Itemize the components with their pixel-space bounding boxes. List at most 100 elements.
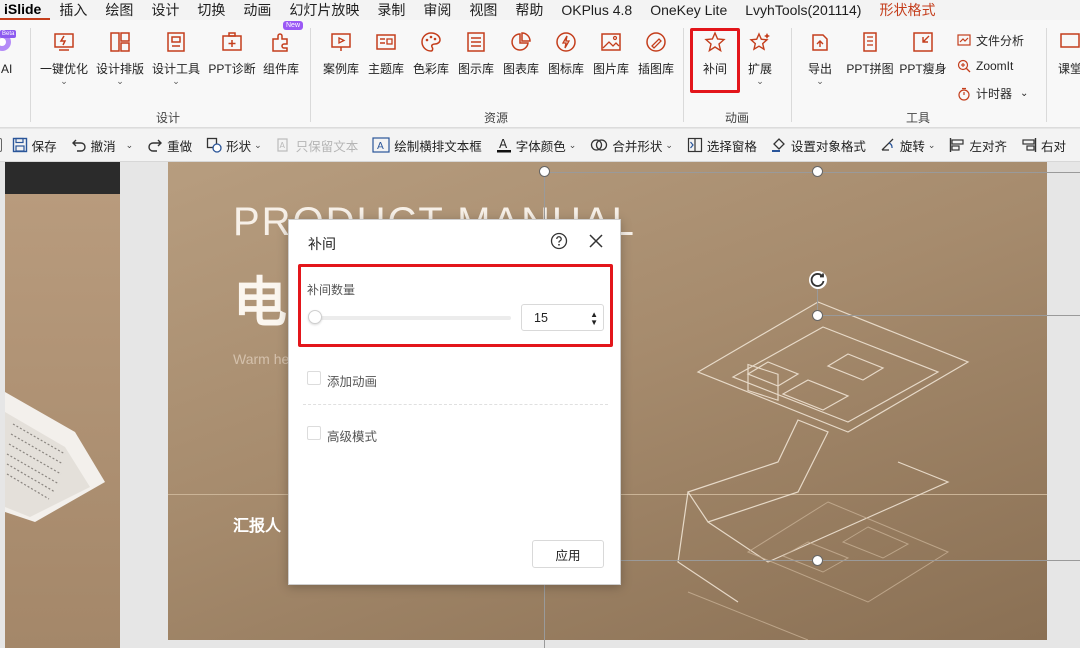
- rotate-button[interactable]: 旋转 ⌄: [880, 136, 936, 155]
- ppt-slim-button[interactable]: PPT瘦身: [898, 30, 948, 76]
- decrement-arrow-icon[interactable]: ▼: [590, 319, 598, 327]
- app-window: iSlide 插入 绘图 设计 切换 动画 幻灯片放映 录制 审阅 视图 帮助 …: [0, 0, 1080, 648]
- selection-pane-button[interactable]: 选择窗格: [687, 136, 757, 155]
- pie-chart-icon: [509, 30, 533, 54]
- align-left-icon: [950, 138, 965, 152]
- divider: [30, 28, 31, 122]
- add-animation-checkbox[interactable]: [307, 371, 321, 385]
- one-click-optimize-button[interactable]: 一键优化 ⌄: [38, 30, 90, 86]
- merge-shapes-button[interactable]: 合并形状 ⌄: [590, 136, 673, 155]
- shapes-icon: [207, 137, 222, 153]
- align-right-button[interactable]: 右对: [1021, 136, 1066, 155]
- picture-library-button[interactable]: 图片库: [589, 30, 633, 76]
- tab-view[interactable]: 视图: [460, 1, 506, 19]
- tab-onekey[interactable]: OneKey Lite: [641, 1, 736, 19]
- rotate-icon: [809, 271, 827, 289]
- keep-text-only-button[interactable]: A 只保留文本: [276, 136, 358, 155]
- tab-okplus[interactable]: OKPlus 4.8: [552, 1, 641, 19]
- tween-quantity-stepper[interactable]: 15 ▲ ▼: [521, 304, 604, 331]
- tab-lvyhtools[interactable]: LvyhTools(201114): [736, 1, 870, 19]
- add-animation-label: 添加动画: [327, 375, 378, 389]
- advanced-mode-checkbox[interactable]: [307, 426, 321, 440]
- design-layout-button[interactable]: 设计排版 ⌄: [95, 30, 145, 86]
- case-library-button[interactable]: 案例库: [319, 30, 363, 76]
- slide-title-cn: 电: [233, 273, 287, 333]
- tab-help[interactable]: 帮助: [506, 1, 552, 19]
- save-button[interactable]: 保存: [12, 136, 57, 155]
- align-left-button[interactable]: 左对齐: [949, 136, 1007, 155]
- illustration-library-button[interactable]: 插图库: [634, 30, 678, 76]
- chart-library-button[interactable]: 图表库: [499, 30, 543, 76]
- chevron-down-icon: ⌄: [254, 139, 262, 150]
- slider-thumb[interactable]: [308, 310, 323, 324]
- color-library-button[interactable]: 色彩库: [409, 30, 453, 76]
- timer-button[interactable]: 计时器 ⌄: [957, 85, 1028, 102]
- previous-slide-edge: [5, 162, 120, 648]
- close-icon[interactable]: [587, 232, 605, 253]
- chevron-down-icon: ⌄: [172, 76, 180, 86]
- svg-text:A: A: [377, 141, 384, 152]
- theme-library-button[interactable]: 主题库: [364, 30, 408, 76]
- tab-design[interactable]: 设计: [142, 1, 188, 19]
- divider: [310, 28, 311, 122]
- partial-circle-icon: [0, 138, 2, 152]
- tab-draw[interactable]: 绘图: [96, 1, 142, 19]
- tab-record[interactable]: 录制: [368, 1, 414, 19]
- divider: [1046, 28, 1047, 122]
- chevron-down-icon: ⌄: [927, 139, 936, 150]
- optimize-icon: [52, 30, 76, 54]
- tween-quantity-slider[interactable]: [308, 310, 511, 324]
- extend-button[interactable]: 扩展 ⌄: [742, 30, 778, 86]
- tween-highlight-box: [690, 28, 740, 93]
- draw-textbox-button[interactable]: A 绘制横排文本框: [372, 136, 482, 155]
- chevron-down-icon: ⌄: [756, 76, 764, 86]
- chevron-down-icon: ⌄: [60, 76, 68, 86]
- dialog-title: 补间: [308, 236, 336, 252]
- font-color-icon: A: [496, 137, 511, 153]
- shape-button[interactable]: 形状 ⌄: [206, 136, 262, 155]
- tab-review[interactable]: 审阅: [414, 1, 460, 19]
- tab-slideshow[interactable]: 幻灯片放映: [280, 1, 368, 19]
- rotate-handle[interactable]: [807, 269, 829, 294]
- resize-handle-bottom-center[interactable]: [812, 555, 823, 566]
- tab-transitions[interactable]: 切换: [188, 1, 234, 19]
- apply-button[interactable]: 应用: [532, 540, 604, 568]
- tab-islide[interactable]: iSlide: [0, 0, 51, 20]
- tab-animations[interactable]: 动画: [234, 1, 280, 19]
- classroom-button[interactable]: 课堂: [1058, 30, 1080, 76]
- font-color-button[interactable]: A 字体颜色 ⌄: [496, 136, 577, 155]
- export-button[interactable]: 导出 ⌄: [802, 30, 838, 86]
- diagram-library-button[interactable]: 图示库: [454, 30, 498, 76]
- icon-library-button[interactable]: 图标库: [544, 30, 588, 76]
- help-icon[interactable]: [550, 232, 568, 253]
- file-analysis-button[interactable]: 文件分析: [957, 32, 1024, 49]
- chart-line-icon: [957, 33, 971, 46]
- format-object-button[interactable]: 设置对象格式: [771, 136, 866, 155]
- palette-icon: [419, 30, 443, 54]
- tween-quantity-value[interactable]: 15: [534, 311, 548, 325]
- ribbon: e AI Beta 一键优化 ⌄ 设计排版 ⌄ 设计工具 ⌄ PPT诊断 New: [0, 20, 1080, 128]
- stitch-icon: [858, 30, 882, 54]
- resize-handle-inner[interactable]: [812, 310, 823, 321]
- redo-button[interactable]: 重做: [147, 136, 192, 155]
- ppt-diagnose-button[interactable]: PPT诊断: [206, 30, 258, 76]
- tab-insert[interactable]: 插入: [50, 1, 96, 19]
- tab-shape-format[interactable]: 形状格式: [870, 1, 944, 19]
- undo-icon: [71, 139, 86, 152]
- zoomit-button[interactable]: ZoomIt: [957, 59, 1013, 73]
- new-badge: New: [283, 21, 304, 30]
- selection-pane-icon: [687, 137, 702, 153]
- design-tools-button[interactable]: 设计工具 ⌄: [150, 30, 202, 86]
- chevron-down-icon: ⌄: [665, 139, 673, 150]
- undo-button[interactable]: 撤消 ⌄: [71, 136, 133, 155]
- group-label-tools: 工具: [906, 111, 931, 125]
- resize-handle-top-center[interactable]: [812, 166, 823, 177]
- image-icon: [599, 30, 623, 54]
- components-button[interactable]: New 组件库: [261, 21, 304, 76]
- rotation-guide-line: [817, 315, 1080, 316]
- resize-handle-top-left[interactable]: [539, 166, 550, 177]
- textbox-icon: A: [372, 137, 390, 153]
- text-clip-icon: A: [277, 138, 288, 152]
- ppt-stitch-button[interactable]: PPT拼图: [846, 30, 894, 76]
- chevron-down-icon: ⌄: [568, 139, 577, 150]
